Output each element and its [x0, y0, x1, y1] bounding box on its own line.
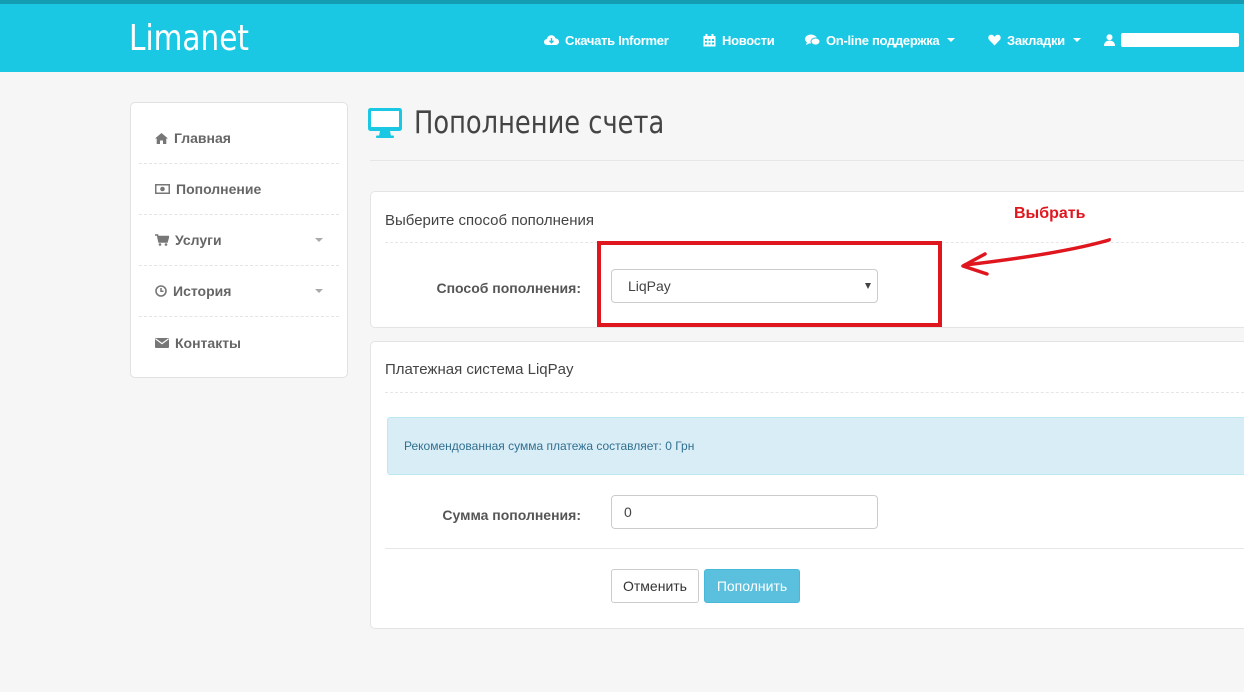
- chevron-down-icon: [947, 38, 956, 42]
- money-icon: [155, 184, 170, 194]
- sidebar-item-label: Контакты: [175, 334, 242, 351]
- chevron-down-icon: [315, 238, 323, 242]
- brand-logo[interactable]: Limanet: [129, 18, 249, 59]
- annotation-arrow-icon: [961, 238, 1111, 276]
- nav-download-informer-label: Скачать Informer: [565, 32, 669, 48]
- chevron-down-icon: [1072, 38, 1081, 42]
- payment-system-panel: Платежная система LiqPay Рекомендованная…: [370, 341, 1244, 629]
- nav-news-label: Новости: [722, 32, 775, 48]
- home-icon: [155, 132, 168, 144]
- panel-heading: Выберите способ пополнения: [385, 212, 594, 229]
- comments-icon: [805, 34, 820, 46]
- sidebar-item-home[interactable]: Главная: [139, 113, 339, 164]
- alert-text: Рекомендованная сумма платежа составляет…: [404, 439, 695, 453]
- nav-user-menu[interactable]: [1104, 31, 1239, 49]
- page-title: Пополнение счета: [414, 105, 665, 141]
- panel-heading: Платежная система LiqPay: [385, 361, 574, 378]
- nav-bookmarks-label: Закладки: [1007, 32, 1065, 48]
- user-name-redacted: [1121, 33, 1239, 47]
- cloud-download-icon: [544, 35, 559, 45]
- sidebar-item-label: Главная: [174, 130, 231, 146]
- envelope-icon: [155, 337, 169, 348]
- clock-icon: [155, 285, 167, 297]
- submit-button[interactable]: Пополнить: [704, 569, 800, 603]
- desktop-icon: [368, 108, 402, 138]
- nav-news[interactable]: Новости: [703, 31, 775, 49]
- nav-bookmarks[interactable]: Закладки: [988, 31, 1081, 49]
- user-icon: [1104, 34, 1115, 46]
- sidebar-item-label: Пополнение: [176, 181, 262, 197]
- cancel-button[interactable]: Отменить: [611, 569, 699, 603]
- calendar-icon: [703, 33, 716, 46]
- chevron-down-icon: [315, 289, 323, 293]
- nav-online-support-label: On-line поддержка: [826, 32, 940, 48]
- divider: [385, 548, 1244, 549]
- annotation-highlight-box: [597, 241, 942, 327]
- sidebar-item-services[interactable]: Услуги: [139, 215, 339, 266]
- annotation-label: Выбрать: [1014, 205, 1086, 222]
- shopping-cart-icon: [155, 234, 169, 246]
- sidebar: Главная Пополнение Услуги История Контак…: [130, 102, 348, 378]
- amount-label: Сумма пополнения:: [442, 507, 581, 523]
- sidebar-item-label: История: [173, 283, 232, 299]
- method-label: Способ пополнения:: [436, 280, 581, 296]
- heart-icon: [988, 34, 1001, 46]
- sidebar-item-topup[interactable]: Пополнение: [139, 164, 339, 215]
- divider: [370, 160, 1244, 161]
- nav-download-informer[interactable]: Скачать Informer: [544, 31, 669, 49]
- divider: [385, 392, 1244, 393]
- sidebar-item-label: Услуги: [175, 232, 222, 248]
- page-header: Пополнение счета: [368, 100, 716, 146]
- sidebar-item-history[interactable]: История: [139, 266, 339, 317]
- info-alert: Рекомендованная сумма платежа составляет…: [387, 417, 1244, 475]
- nav-online-support[interactable]: On-line поддержка: [805, 31, 956, 49]
- amount-input[interactable]: [611, 495, 878, 529]
- top-navbar: Limanet Скачать Informer Новости On-line…: [0, 0, 1244, 72]
- sidebar-item-contacts[interactable]: Контакты: [139, 317, 339, 368]
